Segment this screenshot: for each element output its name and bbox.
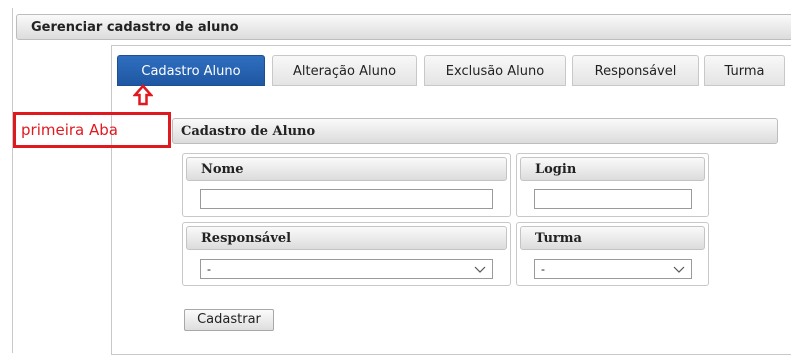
responsavel-selected-value: - <box>207 262 211 276</box>
nome-label: Nome <box>186 157 507 181</box>
tab-turma[interactable]: Turma <box>704 55 785 86</box>
page-title: Gerenciar cadastro de aluno <box>16 14 791 40</box>
turma-label: Turma <box>520 226 705 250</box>
turma-selected-value: - <box>541 262 545 276</box>
arrow-up-icon <box>133 84 153 106</box>
turma-select[interactable]: - <box>534 259 692 279</box>
tab-alteracao-aluno[interactable]: Alteração Aluno <box>272 55 417 86</box>
nome-input[interactable] <box>200 189 493 209</box>
chevron-down-icon <box>673 266 685 273</box>
turma-group: Turma - <box>516 222 709 286</box>
responsavel-select[interactable]: - <box>200 259 493 279</box>
login-group: Login <box>516 153 709 217</box>
chevron-down-icon <box>474 266 486 273</box>
cadastrar-button[interactable]: Cadastrar <box>184 309 274 331</box>
nome-group: Nome <box>182 153 511 217</box>
annotation-label: primeira Aba <box>13 112 171 148</box>
tab-exclusao-aluno[interactable]: Exclusão Aluno <box>424 55 566 86</box>
responsavel-label: Responsável <box>186 226 507 250</box>
login-label: Login <box>520 157 705 181</box>
tab-cadastro-aluno[interactable]: Cadastro Aluno <box>117 55 265 86</box>
section-title: Cadastro de Aluno <box>172 118 778 144</box>
responsavel-group: Responsável - <box>182 222 511 286</box>
login-input[interactable] <box>534 189 692 209</box>
tab-responsavel[interactable]: Responsável <box>572 55 699 86</box>
